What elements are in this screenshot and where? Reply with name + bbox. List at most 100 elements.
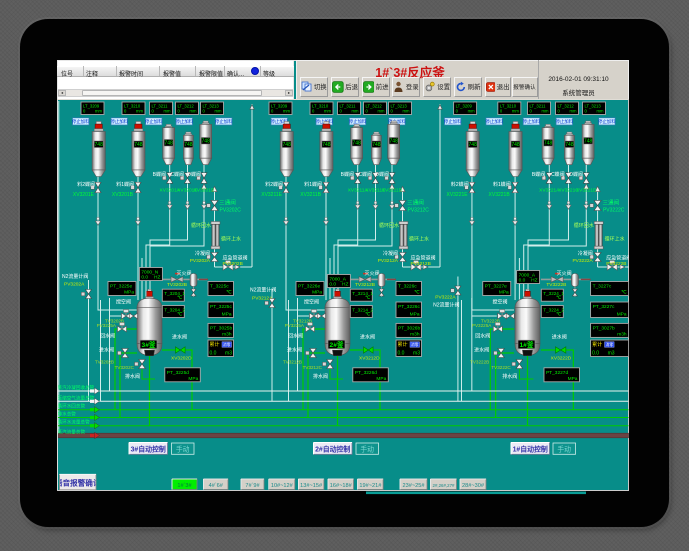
svg-text:停止加料: 停止加料: [598, 118, 616, 125]
svg-text:停止加料: 停止加料: [349, 118, 367, 125]
svg-text:MPa: MPa: [499, 290, 509, 296]
svg-text:料2蝶阀: 料2蝶阀: [77, 181, 95, 188]
svg-text:应急管道阀: 应急管道阀: [223, 255, 248, 262]
svg-text:PV3202A: PV3202A: [64, 282, 85, 288]
svg-text:PT_3226d: PT_3226d: [355, 370, 377, 376]
svg-text:748: 748: [565, 142, 574, 148]
svg-text:HZ: HZ: [342, 282, 348, 288]
svg-text:料1蝶阀: 料1蝶阀: [304, 181, 322, 188]
svg-text:PV3225A: PV3225A: [285, 323, 305, 328]
svg-text:XV3221E: XV3221E: [446, 192, 468, 198]
svg-text:MPa: MPa: [410, 312, 420, 318]
svg-text:10#~12#: 10#~12#: [271, 483, 294, 489]
svg-text:D蝶阀: D蝶阀: [375, 171, 389, 178]
svg-text:C蝶阀: C蝶阀: [358, 171, 372, 178]
svg-text:PT_3027b: PT_3027b: [593, 325, 615, 331]
svg-text:℃: ℃: [365, 295, 371, 300]
svg-text:MPa: MPa: [188, 376, 198, 382]
svg-text:蒸汽冷凝回收总管: 蒸汽冷凝回收总管: [58, 384, 95, 391]
svg-text:B蝶阀: B蝶阀: [153, 171, 166, 178]
svg-text:mm: mm: [215, 109, 222, 114]
svg-text:TV3202B: TV3202B: [95, 360, 114, 365]
svg-text:三通阀: 三通阀: [407, 199, 424, 207]
svg-text:应急管道阀: 应急管道阀: [606, 255, 631, 262]
svg-text:mm: mm: [352, 109, 359, 114]
svg-text:循环回水: 循环回水: [191, 222, 211, 229]
svg-text:℃: ℃: [177, 295, 183, 300]
svg-text:XV3202D: XV3202D: [171, 356, 192, 362]
svg-text:3#自动控制: 3#自动控制: [131, 445, 166, 454]
svg-text:TV3222B: TV3222B: [470, 360, 489, 365]
svg-text:mm: mm: [512, 109, 519, 114]
svg-text:HZ: HZ: [531, 278, 537, 284]
svg-text:PT_3025b: PT_3025b: [210, 325, 232, 331]
svg-text:B蝶阀: B蝶阀: [341, 171, 354, 178]
svg-text:进水阀: 进水阀: [474, 347, 489, 354]
svg-text:进水阀: 进水阀: [99, 347, 114, 354]
svg-text:℃: ℃: [177, 312, 183, 317]
svg-text:PT_3225e: PT_3225e: [110, 284, 132, 290]
svg-text:累计: 累计: [592, 341, 602, 348]
svg-text:m3h: m3h: [617, 331, 627, 337]
svg-text:搅空阀: 搅空阀: [116, 299, 131, 306]
svg-text:0.0: 0.0: [398, 351, 405, 357]
svg-text:28#~30#: 28#~30#: [462, 483, 485, 489]
svg-text:TV3212C: TV3212C: [303, 365, 323, 370]
svg-text:PV3202A: PV3202A: [190, 258, 211, 264]
svg-text:XV3211D: XV3211D: [382, 188, 403, 194]
svg-text:停止加料: 停止加料: [485, 118, 503, 125]
svg-text:mm: mm: [324, 109, 331, 114]
svg-text:748: 748: [184, 142, 193, 148]
svg-text:m3h: m3h: [410, 331, 420, 337]
svg-text:消零: 消零: [223, 342, 231, 347]
svg-text:MPa: MPa: [124, 290, 134, 296]
svg-text:XV3221B: XV3221B: [489, 192, 511, 198]
svg-text:m3: m3: [413, 351, 420, 357]
svg-text:C蝶阀: C蝶阀: [170, 171, 184, 178]
svg-text:停止加料: 停止加料: [175, 118, 193, 125]
svg-text:XV3212D: XV3212D: [359, 356, 380, 362]
svg-text:PT_3225c: PT_3225c: [210, 304, 232, 310]
svg-text:748: 748: [352, 141, 361, 147]
svg-text:PV3212B: PV3212B: [411, 261, 431, 267]
svg-text:T_3225c: T_3225c: [210, 284, 229, 290]
svg-text:TV3212B: TV3212B: [355, 282, 375, 288]
svg-text:mm: mm: [570, 109, 577, 114]
svg-text:料2蝶阀: 料2蝶阀: [451, 181, 469, 188]
svg-text:B蝶阀: B蝶阀: [532, 171, 545, 178]
svg-text:PV3225A: PV3225A: [97, 323, 117, 328]
svg-text:冷凝阀: 冷凝阀: [383, 250, 398, 257]
svg-text:PV3222A: PV3222A: [435, 295, 456, 301]
svg-text:HZ: HZ: [154, 275, 160, 281]
svg-text:停止加料: 停止加料: [110, 118, 128, 125]
svg-text:748: 748: [469, 142, 478, 148]
svg-text:0.0: 0.0: [592, 351, 599, 357]
svg-text:℃: ℃: [556, 312, 562, 317]
svg-text:循环水流量总管: 循环水流量总管: [58, 419, 91, 426]
svg-text:2#釜: 2#釜: [330, 340, 344, 349]
svg-text:三通阀: 三通阀: [219, 199, 236, 207]
svg-text:循环回水: 循环回水: [574, 222, 594, 229]
svg-text:mm: mm: [378, 109, 385, 114]
svg-text:0.0: 0.0: [210, 351, 217, 357]
svg-text:mm: mm: [283, 109, 290, 114]
svg-text:PT_3227e: PT_3227e: [485, 284, 507, 290]
svg-text:19#~21#: 19#~21#: [359, 483, 382, 489]
svg-text:料1蝶阀: 料1蝶阀: [116, 181, 134, 188]
svg-text:748: 748: [511, 142, 520, 148]
svg-text:手动: 手动: [176, 444, 190, 453]
svg-text:TV3222C: TV3222C: [491, 365, 511, 370]
svg-text:C蝶阀: C蝶阀: [551, 171, 565, 178]
svg-text:循环上水: 循环上水: [605, 236, 625, 243]
svg-text:MPa: MPa: [617, 312, 627, 318]
svg-text:748: 748: [283, 142, 292, 148]
svg-text:进水阀: 进水阀: [360, 334, 375, 341]
svg-text:0.0: 0.0: [141, 275, 148, 281]
svg-text:748: 748: [372, 142, 381, 148]
svg-text:MPa: MPa: [222, 312, 232, 318]
svg-text:T_3226c: T_3226c: [398, 284, 417, 290]
svg-text:3#釜: 3#釜: [142, 340, 156, 349]
svg-text:循环上水: 循环上水: [409, 236, 429, 243]
svg-text:D蝶阀: D蝶阀: [569, 171, 583, 178]
svg-text:PV3212C: PV3212C: [408, 208, 430, 214]
